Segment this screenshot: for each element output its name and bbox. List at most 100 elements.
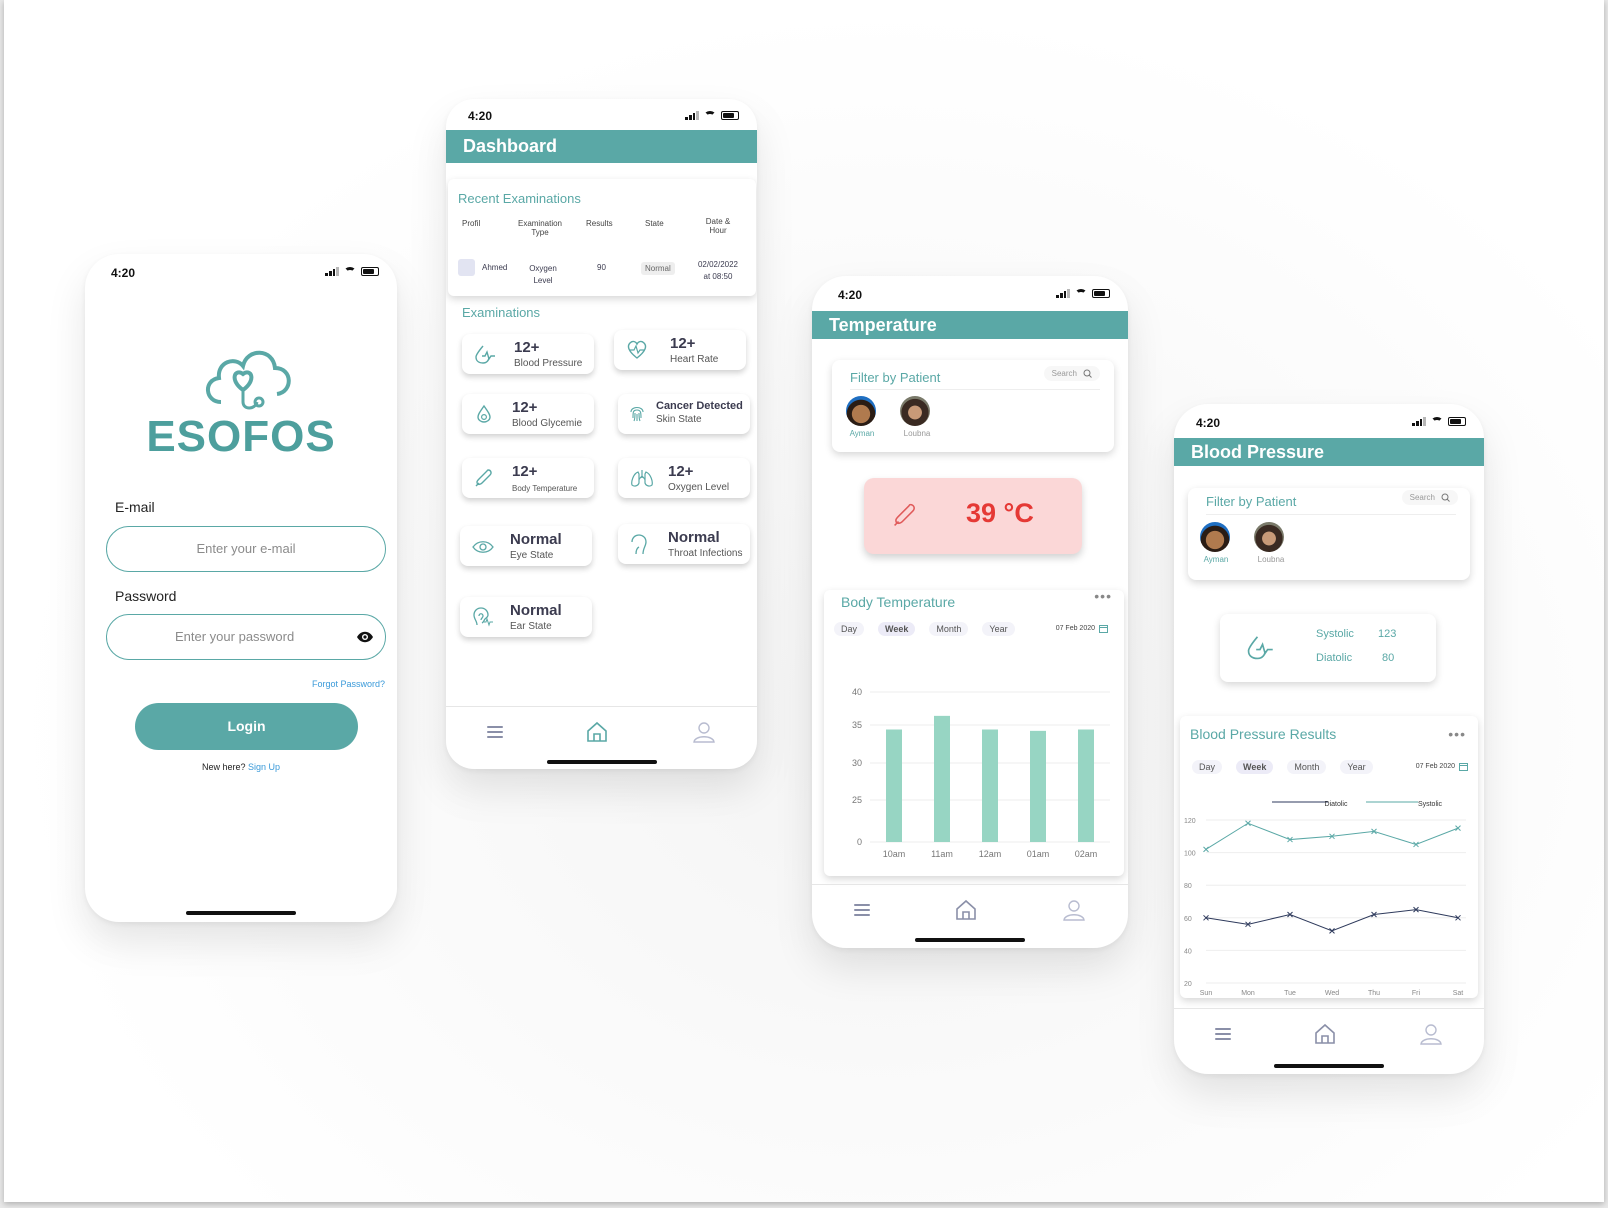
new-here-text: New here? [201,762,246,772]
y-tick-label: 20 [1184,981,1192,988]
y-tick-label: 80 [1184,883,1192,890]
x-tick-label: Sun [1200,990,1213,996]
tile-blood-pressure[interactable]: 12+ Blood Pressure [462,334,594,374]
login-screen: 4:20 ESOFOS E-mail Enter your e-mail Pas… [85,254,397,922]
tab-week[interactable]: Week [1236,760,1274,774]
period-tabs: Day Week Month Year [1192,760,1373,774]
profile-icon[interactable] [692,720,716,744]
password-placeholder: Enter your password [175,629,295,644]
home-icon[interactable] [585,720,609,744]
signal-icon [685,111,699,120]
patient-loubna[interactable]: Loubna [900,396,934,438]
eye-icon [472,541,494,553]
wifi-icon [1075,289,1087,298]
tile-ear-state[interactable]: Normal Ear State [460,597,592,637]
filter-title: Filter by Patient [850,370,941,385]
menu-icon[interactable] [1215,1027,1231,1040]
battery-icon [721,111,739,120]
more-options-icon[interactable]: ••• [1094,588,1112,604]
search-input[interactable]: Search [1043,366,1100,381]
tile-value: 12+ [512,463,538,480]
body-temperature-chart: 40 35 30 25 0 10am 11am 12am 01am 02am [852,687,1110,859]
status-time: 4:20 [1196,416,1221,430]
date-picker[interactable]: 07 Feb 2020 [1056,624,1108,633]
profile-icon[interactable] [1419,1022,1443,1046]
x-tick-label: Thu [1368,990,1380,996]
login-button[interactable]: Login [135,703,358,750]
tile-throat-infections[interactable]: Normal Throat Infections [618,524,750,564]
chart-bar [1078,729,1094,842]
tile-body-temperature[interactable]: 12+ Body Temperature [462,458,594,498]
tile-label: Eye State [510,550,554,561]
tab-week[interactable]: Week [878,622,916,636]
wifi-icon [1431,417,1443,426]
tile-label: Skin State [656,414,702,425]
patient-ayman[interactable]: Ayman [1200,522,1232,564]
bottom-nav [812,884,1128,934]
throat-icon [631,534,647,555]
filter-by-patient-card: Filter by Patient Search Ayman Loubna [832,360,1114,452]
menu-icon[interactable] [854,903,870,916]
tile-label: Blood Pressure [514,358,583,369]
password-field[interactable]: Enter your password [106,614,386,660]
search-input[interactable]: Search [1401,490,1458,505]
eye-toggle-icon[interactable] [356,631,374,643]
status-bar: 4:20 [1174,404,1484,438]
row-date-day: 02/02/2022 [697,260,739,269]
filter-title: Filter by Patient [1206,494,1297,509]
status-time: 4:20 [468,109,493,123]
tile-label: Throat Infections [668,548,743,559]
tab-day[interactable]: Day [1192,760,1223,774]
profile-icon[interactable] [1062,898,1086,922]
tile-blood-glycemie[interactable]: 12+ Blood Glycemie [462,394,594,434]
tile-value: Normal [510,531,562,548]
battery-icon [1448,417,1466,426]
tile-eye-state[interactable]: Normal Eye State [460,526,592,566]
y-tick-label: 30 [852,758,862,768]
tab-day[interactable]: Day [834,622,865,636]
table-row[interactable]: Ahmed Oxygen Level 90 Normal 02/02/2022 … [448,255,756,287]
data-point [1245,820,1251,827]
menu-icon[interactable] [487,725,504,738]
tile-skin-state[interactable]: Cancer Detected Skin State [618,394,750,434]
ear-icon [473,607,493,627]
patient-name: Ayman [849,429,875,438]
blood-pressure-icon [1247,636,1273,660]
avatar [1200,522,1230,552]
bottom-nav [1174,1008,1484,1058]
date-picker[interactable]: 07 Feb 2020 [1416,762,1468,771]
tab-month[interactable]: Month [1287,760,1327,774]
heart-rate-icon [627,340,647,359]
x-tick-label: Sat [1453,990,1464,996]
filter-by-patient-card: Filter by Patient Search Ayman Loubna [1188,488,1470,580]
forgot-password-link[interactable]: Forgot Password? [312,679,385,689]
col-examination-type: Examination Type [517,219,563,237]
home-icon[interactable] [1313,1022,1337,1046]
tile-oxygen-level[interactable]: 12+ Oxygen Level [618,458,750,498]
email-field[interactable]: Enter your e-mail [106,526,386,572]
tab-year[interactable]: Year [982,622,1015,636]
x-tick-label: Fri [1412,990,1421,996]
tile-value: Normal [668,529,720,546]
y-tick-label: 40 [852,687,862,697]
tile-value: 12+ [670,335,696,352]
tab-year[interactable]: Year [1340,760,1373,774]
thermometer-icon [894,503,915,526]
series-line-diatolic [1205,909,1459,932]
calendar-icon [1459,763,1468,771]
tile-heart-rate[interactable]: 12+ Heart Rate [614,330,746,370]
chart-bar [934,715,950,842]
data-point [1329,927,1335,934]
signal-icon [325,267,339,276]
diatolic-label: Diatolic [1316,652,1353,664]
more-options-icon[interactable]: ••• [1448,726,1466,742]
avatar [1254,522,1284,552]
bottom-nav [446,706,757,756]
home-icon[interactable] [954,898,978,922]
sign-up-link[interactable]: Sign Up [248,762,280,772]
wifi-icon [344,267,356,276]
patient-loubna[interactable]: Loubna [1254,522,1288,564]
chart-bar [886,729,902,842]
patient-ayman[interactable]: Ayman [846,396,878,438]
tab-month[interactable]: Month [929,622,969,636]
